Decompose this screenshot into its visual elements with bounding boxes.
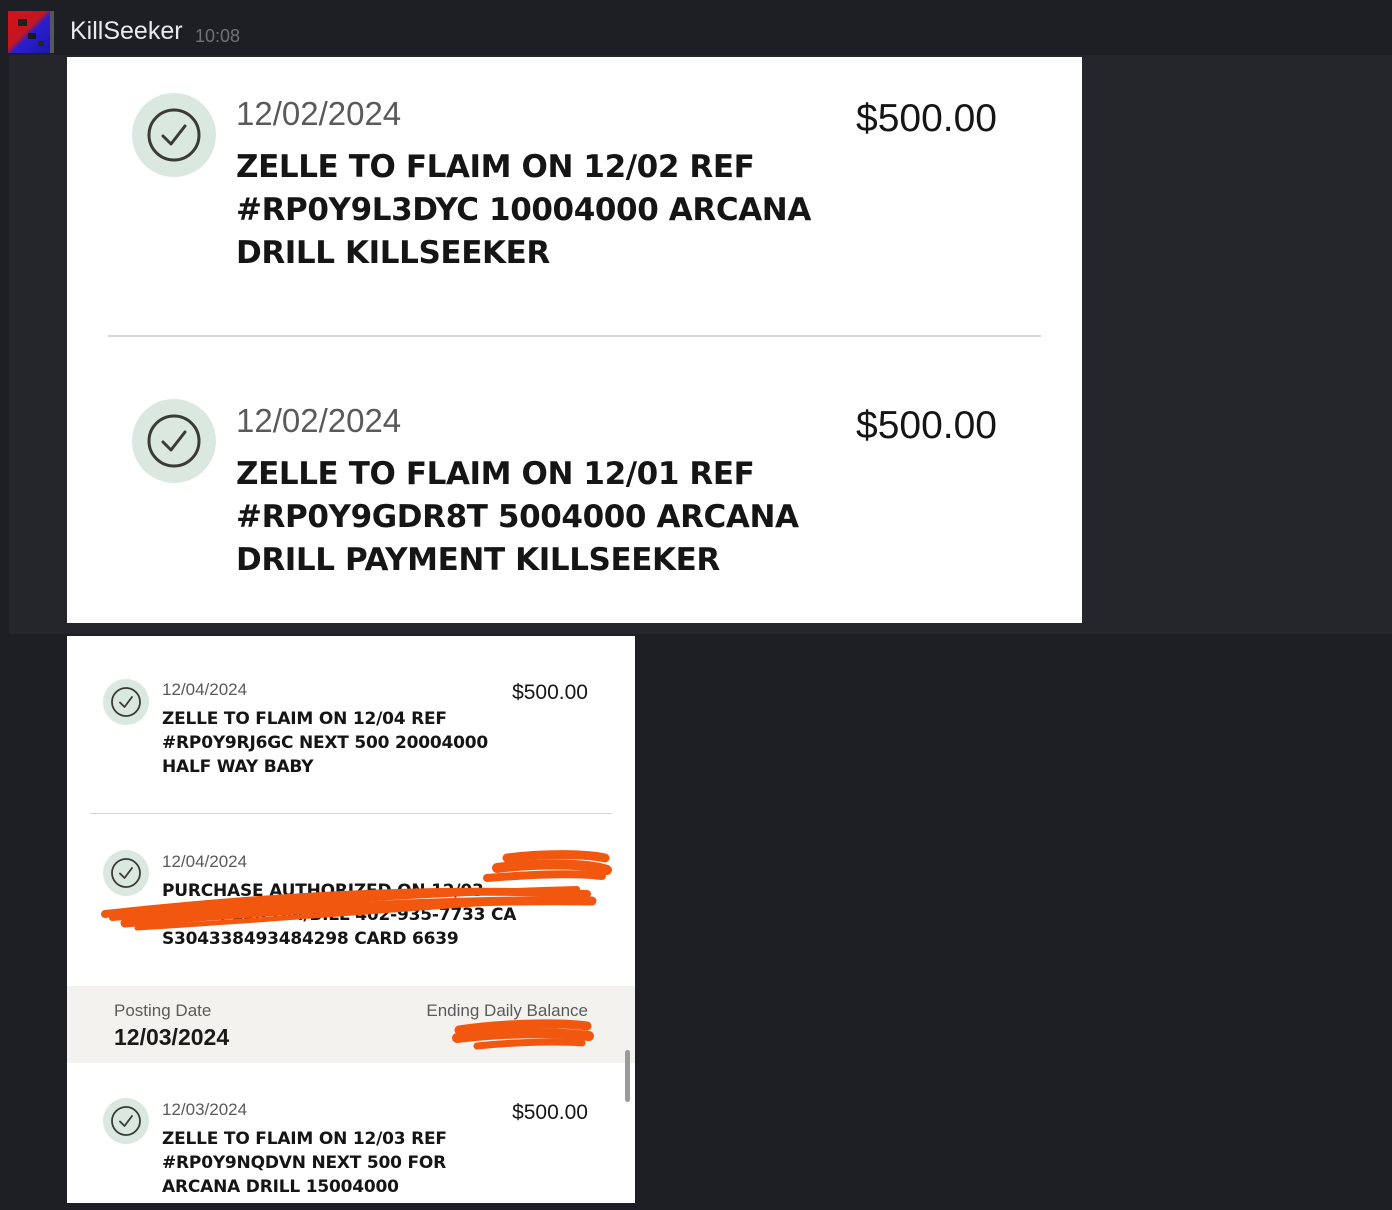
user-avatar[interactable] xyxy=(8,11,54,53)
description-line: FP*APPLE.COM/BILL 402-935-7733 CA xyxy=(162,905,517,925)
description-line: #RP0Y9L3DYC 10004000 ARCANA xyxy=(236,192,811,228)
chat-page: KillSeeker 10:08 12/02/2024 $500.00 ZELL… xyxy=(0,0,1392,1210)
description-line: ARCANA DRILL 15004000 xyxy=(162,1177,399,1197)
row-divider xyxy=(108,335,1041,337)
transaction-description: ZELLE TO FLAIM ON 12/03 REF #RP0Y9NQDVN … xyxy=(162,1127,447,1199)
transaction-date: 12/02/2024 xyxy=(236,402,402,439)
description-line: DRILL PAYMENT KILLSEEKER xyxy=(236,542,720,578)
transaction-date: 12/04/2024 xyxy=(162,852,248,871)
ending-balance-label: Ending Daily Balance xyxy=(426,1001,588,1020)
description-line: HALF WAY BABY xyxy=(162,757,314,777)
transaction-description: ZELLE TO FLAIM ON 12/01 REF #RP0Y9GDR8T … xyxy=(236,453,799,582)
transaction-date: 12/02/2024 xyxy=(236,95,402,132)
row-divider xyxy=(90,813,612,814)
posting-date-band: Posting Date 12/03/2024 Ending Daily Bal… xyxy=(67,986,635,1063)
description-line: ZELLE TO FLAIM ON 12/02 REF xyxy=(236,149,755,185)
transaction-description: PURCHASE AUTHORIZED ON 12/03 FP*APPLE.CO… xyxy=(162,879,516,951)
description-line: ZELLE TO FLAIM ON 12/03 REF xyxy=(162,1129,447,1149)
posting-date-value: 12/03/2024 xyxy=(114,1024,230,1050)
transaction-amount: $500.00 xyxy=(856,404,997,447)
check-circle-icon xyxy=(103,1098,149,1144)
transaction-amount: $500.00 xyxy=(856,97,997,140)
description-line: S304338493484298 CARD 6639 xyxy=(162,929,459,949)
description-line: PURCHASE AUTHORIZED ON 12/03 xyxy=(162,881,484,901)
check-circle-icon xyxy=(132,93,216,177)
description-line: #RP0Y9NQDVN NEXT 500 FOR xyxy=(162,1153,447,1173)
description-line: DRILL KILLSEEKER xyxy=(236,235,550,271)
username[interactable]: KillSeeker xyxy=(70,17,183,46)
transaction-date: 12/03/2024 xyxy=(162,1100,248,1119)
balance-redaction-scribble xyxy=(452,1019,594,1050)
transaction-amount: $500.00 xyxy=(512,1101,588,1124)
transaction-amount: $500.00 xyxy=(512,681,588,704)
description-line: ZELLE TO FLAIM ON 12/01 REF xyxy=(236,456,755,492)
description-line: #RP0Y9RJ6GC NEXT 500 20004000 xyxy=(162,733,489,753)
check-circle-icon xyxy=(103,679,149,725)
transaction-description: ZELLE TO FLAIM ON 12/02 REF #RP0Y9L3DYC … xyxy=(236,146,811,275)
message-timestamp[interactable]: 10:08 xyxy=(195,26,240,47)
description-line: ZELLE TO FLAIM ON 12/04 REF xyxy=(162,709,447,729)
transaction-date: 12/04/2024 xyxy=(162,680,248,699)
message-header: KillSeeker 10:08 xyxy=(0,0,1392,56)
posting-date-label: Posting Date xyxy=(114,1001,212,1020)
description-line: #RP0Y9GDR8T 5004000 ARCANA xyxy=(236,499,799,535)
transaction-description: ZELLE TO FLAIM ON 12/04 REF #RP0Y9RJ6GC … xyxy=(162,707,488,779)
image-attachment-2[interactable]: 12/04/2024 $500.00 ZELLE TO FLAIM ON 12/… xyxy=(67,636,635,1203)
image-attachment-1[interactable]: 12/02/2024 $500.00 ZELLE TO FLAIM ON 12/… xyxy=(67,57,1082,623)
check-circle-icon xyxy=(132,399,216,483)
scrollbar[interactable] xyxy=(625,1050,630,1102)
check-circle-icon xyxy=(103,850,149,896)
